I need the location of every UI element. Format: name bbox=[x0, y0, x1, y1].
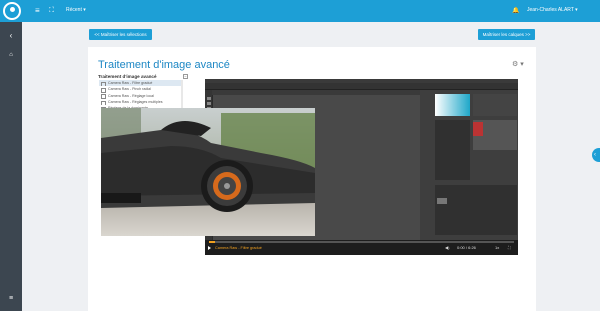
video-controls: Camera Raw - Filtre gradué ◀) 0:00 / 6:2… bbox=[205, 240, 518, 255]
user-name: Jean-Charles ALART bbox=[527, 7, 574, 13]
hamburger-icon[interactable]: ≡ bbox=[35, 6, 40, 16]
user-menu[interactable]: Jean-Charles ALART ▾ bbox=[527, 7, 578, 13]
play-icon[interactable] bbox=[208, 246, 211, 250]
page-title: Traitement d'image avancé bbox=[98, 59, 230, 71]
photoshop-options-bar bbox=[205, 83, 518, 90]
top-bar: ≡ ⛶ Récent ▾ 🔔 Jean-Charles ALART ▾ bbox=[0, 0, 600, 22]
fullscreen-video-icon[interactable]: ⛶ bbox=[508, 245, 511, 250]
recent-menu[interactable]: Récent ▾ bbox=[66, 7, 86, 13]
grid-menu-icon[interactable]: ≡ bbox=[0, 294, 22, 304]
gear-icon[interactable]: ⚙ ▾ bbox=[512, 60, 524, 68]
left-sidebar: ‹ ⌂ ≡ bbox=[0, 22, 22, 311]
app-logo[interactable] bbox=[3, 2, 21, 20]
home-icon[interactable]: ⌂ bbox=[0, 50, 22, 60]
tree-title: Traitement d'image avancé bbox=[98, 74, 157, 79]
fullscreen-icon[interactable]: ⛶ bbox=[49, 6, 54, 16]
recent-label: Récent bbox=[66, 7, 82, 13]
photoshop-panels bbox=[420, 90, 518, 240]
car-photo bbox=[101, 108, 315, 236]
video-caption: Camera Raw - Filtre gradué bbox=[215, 246, 262, 250]
bell-icon[interactable]: 🔔 bbox=[512, 6, 519, 16]
speed-button[interactable]: 1x bbox=[495, 245, 499, 250]
video-time: 0:00 / 6:26 bbox=[457, 245, 476, 250]
video-progress-bar[interactable] bbox=[209, 241, 514, 243]
volume-icon[interactable]: ◀) bbox=[445, 245, 449, 250]
video-progress-fill bbox=[209, 241, 216, 243]
side-panel-tab[interactable]: ‹ bbox=[592, 148, 600, 162]
prev-lesson-button[interactable]: << Maîtriser les sélections bbox=[89, 29, 152, 40]
next-lesson-button[interactable]: Maîtriser les calques >> bbox=[478, 29, 535, 40]
chevron-left-icon[interactable]: ‹ bbox=[0, 31, 22, 41]
collapse-icon[interactable]: − bbox=[183, 74, 188, 79]
